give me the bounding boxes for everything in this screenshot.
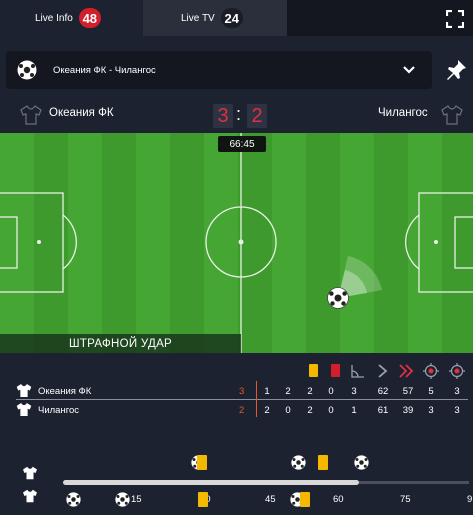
away-jersey-icon	[441, 105, 463, 125]
home-stat-on-target: 5	[428, 386, 434, 397]
away-stat-shots-on-target: 1	[351, 405, 357, 416]
attacks-icon	[378, 364, 388, 378]
score-separator: :	[236, 104, 242, 124]
timeline-yellow-card-icon[interactable]	[198, 492, 208, 507]
timeline-tick: 60	[333, 494, 344, 505]
away-stat-on-target: 3	[428, 405, 434, 416]
timeline-goal-icon[interactable]	[115, 492, 130, 507]
home-stat-dangerous-attacks: 57	[402, 386, 414, 397]
tab-live-tv[interactable]: Live TV 24	[143, 0, 287, 36]
tab-live-info-label: Live Info	[35, 12, 73, 24]
timeline-yellow-card-icon[interactable]	[318, 455, 328, 470]
shots-off-target-icon	[449, 363, 465, 379]
chevron-down-icon	[403, 66, 415, 74]
home-stat-shots-on-target: 3	[351, 386, 357, 397]
red-card-icon	[329, 363, 343, 379]
match-selector-dropdown[interactable]: Океания ФК - Чилангос	[6, 51, 432, 89]
home-team-name: Океания ФК	[49, 107, 114, 119]
home-jersey-icon	[20, 105, 42, 125]
home-jersey-icon	[16, 383, 32, 398]
timeline-tick: 75	[400, 494, 411, 505]
tab-bar: Live Info 48 Live TV 24	[0, 0, 473, 36]
away-stats-row: Чилангос 2 2 0 2 0 1 61 39 3 3	[0, 402, 473, 420]
timeline-goal-icon[interactable]	[291, 455, 306, 470]
pin-icon[interactable]	[444, 58, 468, 82]
shots-on-target-icon	[423, 363, 439, 379]
away-stat-off-target: 3	[454, 405, 460, 416]
soccer-ball-icon	[17, 60, 37, 80]
away-stat-red-cards: 0	[285, 405, 291, 416]
away-stats-total: 2	[239, 405, 245, 416]
dangerous-attacks-icon	[399, 364, 414, 378]
home-stat-red-cards: 2	[285, 386, 291, 397]
tab-live-tv-label: Live TV	[181, 12, 215, 24]
away-jersey-icon	[16, 402, 32, 417]
event-banner: ШТРАФНОЙ УДАР	[0, 334, 241, 353]
match-selector-title: Океания ФК - Чилангос	[53, 64, 156, 76]
home-stat-off-target: 3	[454, 386, 460, 397]
ball-position-icon	[327, 287, 349, 309]
timeline-yellow-card-icon[interactable]	[300, 492, 310, 507]
match-clock: 66:45	[218, 136, 266, 152]
corner-icon	[351, 365, 364, 378]
stats-divider	[16, 399, 468, 400]
yellow-card-icon	[307, 363, 321, 379]
home-stat-attacks: 62	[377, 386, 389, 397]
away-stat-shots: 0	[328, 405, 334, 416]
away-stats-team-name: Чилангос	[38, 405, 80, 416]
pitch-field	[0, 133, 473, 353]
home-score: 3	[213, 104, 233, 128]
away-stat-attacks: 61	[377, 405, 389, 416]
timeline-goal-icon[interactable]	[66, 492, 81, 507]
live-tv-count-badge: 24	[220, 8, 243, 28]
home-stats-total: 3	[239, 386, 245, 397]
timeline-tick: 15	[131, 494, 142, 505]
live-info-count-badge: 48	[78, 8, 101, 28]
home-stats-team-name: Океания ФК	[38, 386, 92, 397]
timeline-tick: 9	[467, 494, 473, 505]
away-score: 2	[247, 104, 267, 128]
timeline-progress-bar	[63, 480, 359, 485]
away-stat-dangerous-attacks: 39	[402, 405, 414, 416]
fullscreen-icon[interactable]	[446, 10, 464, 28]
home-stat-shots: 0	[328, 386, 334, 397]
timeline-tick: 45	[265, 494, 276, 505]
tab-live-info[interactable]: Live Info 48	[0, 0, 143, 36]
timeline-goal-icon[interactable]	[354, 455, 369, 470]
pitch-stripes	[0, 133, 473, 353]
away-timeline-jersey-icon	[23, 489, 37, 503]
timeline-remaining-track	[359, 481, 469, 484]
away-team-name: Чилангос	[378, 107, 428, 119]
home-timeline-jersey-icon	[23, 466, 37, 480]
timeline-yellow-card-icon[interactable]	[197, 455, 207, 470]
